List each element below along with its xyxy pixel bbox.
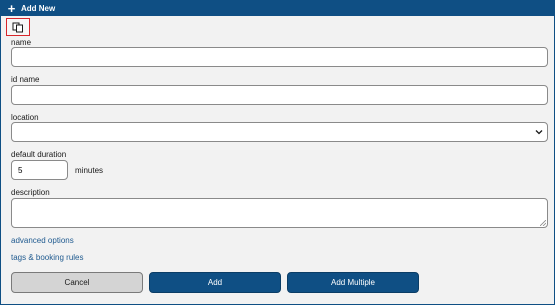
copy-icon [12,22,23,32]
resize-grip-icon[interactable] [540,220,546,226]
description-textarea[interactable] [11,198,548,228]
default-duration-input[interactable] [11,160,68,180]
dialog-title: Add New [21,4,56,13]
add-button[interactable]: Add [149,272,281,293]
dialog-titlebar: + Add New [1,1,554,16]
id-name-input[interactable] [11,85,548,105]
description-label: description [11,188,50,197]
name-label: name [11,38,32,47]
add-multiple-button[interactable]: Add Multiple [287,272,419,293]
add-new-dialog: + Add New name id name location default … [0,0,555,305]
tags-booking-rules-link[interactable]: tags & booking rules [11,253,84,262]
plus-icon: + [7,1,16,16]
location-select[interactable] [11,122,548,142]
default-duration-label: default duration [11,150,67,159]
cancel-button[interactable]: Cancel [11,272,143,293]
id-name-label: id name [11,75,40,84]
chevron-down-icon [535,130,543,135]
name-input[interactable] [11,47,548,67]
duration-unit-label: minutes [75,166,104,175]
copy-button[interactable] [6,18,30,36]
advanced-options-link[interactable]: advanced options [11,236,74,245]
location-label: location [11,113,39,122]
